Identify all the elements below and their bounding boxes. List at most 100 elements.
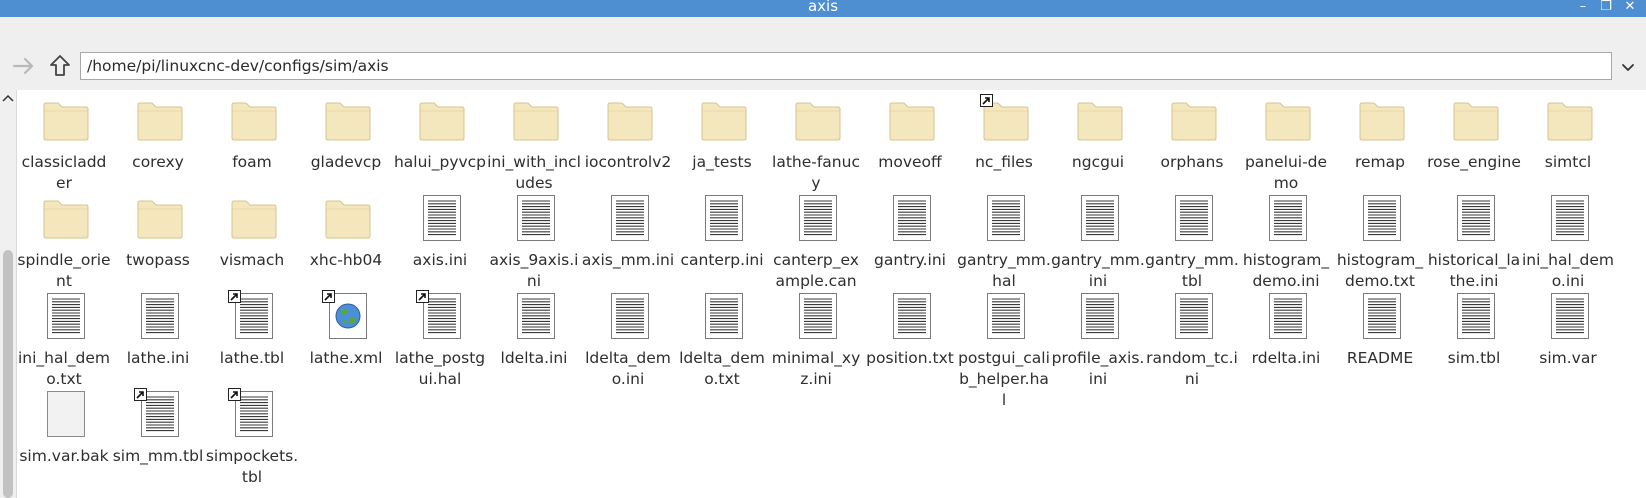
file-item[interactable]: rdelta.ini — [1239, 292, 1333, 384]
folder-item[interactable]: halui_pyvcp — [393, 96, 487, 188]
file-name-label: moveoff — [878, 153, 942, 171]
folder-item[interactable]: ja_tests — [675, 96, 769, 188]
folder-icon — [1358, 96, 1406, 144]
file-name-label: lathe.tbl — [219, 349, 285, 367]
forward-arrow-icon — [12, 57, 34, 75]
folder-icon — [1452, 96, 1500, 144]
file-name-label: gantry_mm.ini — [1051, 251, 1145, 290]
file-name-label: axis.ini — [412, 251, 468, 269]
file-item[interactable]: ldelta_demo.txt — [675, 292, 769, 388]
file-name-label: rdelta.ini — [1251, 349, 1321, 367]
file-item[interactable]: sim.tbl — [1427, 292, 1521, 384]
file-item[interactable]: historical_lathe.ini — [1427, 194, 1521, 290]
text-file-icon — [700, 292, 748, 340]
file-name-label: sim.tbl — [1447, 349, 1501, 367]
folder-item[interactable]: xhc-hb04 — [299, 194, 393, 286]
file-item[interactable]: ini_hal_demo.ini — [1521, 194, 1615, 290]
file-name-label: iocontrolv2 — [584, 153, 672, 171]
file-item[interactable]: gantry_mm.ini — [1051, 194, 1145, 290]
text-file-icon — [1452, 292, 1500, 340]
close-button[interactable]: ✕ — [1622, 0, 1638, 15]
file-item[interactable]: gantry_mm.tbl — [1145, 194, 1239, 290]
file-item[interactable]: canterp_example.can — [769, 194, 863, 290]
folder-item[interactable]: lathe-fanucy — [769, 96, 863, 192]
file-name-label: remap — [1354, 153, 1405, 171]
minimize-button[interactable]: – — [1575, 0, 1591, 15]
file-item[interactable]: profile_axis.ini — [1051, 292, 1145, 388]
file-item[interactable]: position.txt — [863, 292, 957, 384]
text-file-icon — [1264, 194, 1312, 242]
folder-item[interactable]: spindle_orient — [17, 194, 111, 290]
folder-item[interactable]: panelui-demo — [1239, 96, 1333, 192]
file-item[interactable]: lathe.xml — [299, 290, 393, 384]
folder-item[interactable]: twopass — [111, 194, 205, 286]
scroll-thumb[interactable] — [3, 250, 13, 498]
text-file-icon — [228, 388, 278, 438]
file-name-label: ini_hal_demo.ini — [1521, 251, 1615, 290]
folder-item[interactable]: remap — [1333, 96, 1427, 188]
folder-item[interactable]: rose_engine — [1427, 96, 1521, 188]
folder-item[interactable]: ngcgui — [1051, 96, 1145, 188]
file-item[interactable]: simpockets.tbl — [205, 388, 299, 486]
file-item[interactable]: ldelta.ini — [487, 292, 581, 384]
folder-item[interactable]: moveoff — [863, 96, 957, 188]
folder-item[interactable]: iocontrolv2 — [581, 96, 675, 188]
folder-icon — [42, 96, 90, 144]
file-name-label: canterp_example.can — [773, 251, 859, 290]
file-item[interactable]: lathe_postgui.hal — [393, 290, 487, 388]
file-item[interactable]: sim.var — [1521, 292, 1615, 384]
file-item[interactable]: ini_hal_demo.txt — [17, 292, 111, 388]
file-item[interactable]: canterp.ini — [675, 194, 769, 286]
text-file-icon — [888, 194, 936, 242]
file-name-label: ini_hal_demo.txt — [17, 349, 111, 388]
symlink-badge-icon — [228, 290, 241, 303]
up-folder-button[interactable] — [46, 52, 74, 80]
maximize-button[interactable]: ❐ — [1598, 0, 1614, 15]
file-item[interactable]: random_tc.ini — [1145, 292, 1239, 388]
folder-item[interactable]: gladevcp — [299, 96, 393, 188]
file-item[interactable]: histogram_demo.txt — [1333, 194, 1427, 290]
text-file-icon — [512, 292, 560, 340]
blank-file-icon — [42, 390, 90, 438]
scroll-up-button[interactable] — [0, 90, 16, 106]
file-name-label: lathe-fanucy — [772, 153, 860, 192]
folder-item[interactable]: simtcl — [1521, 96, 1615, 188]
file-item[interactable]: axis_mm.ini — [581, 194, 675, 286]
file-item[interactable]: postgui_calib_helper.hal — [957, 292, 1051, 409]
file-item[interactable]: sim_mm.tbl — [111, 388, 205, 482]
folder-item[interactable]: nc_files — [957, 94, 1051, 188]
path-history-dropdown[interactable] — [1618, 57, 1638, 77]
up-arrow-icon — [50, 55, 70, 76]
file-name-label: corexy — [132, 153, 184, 171]
text-file-icon — [418, 194, 466, 242]
file-item[interactable]: minimal_xyz.ini — [769, 292, 863, 388]
file-item[interactable]: axis_9axis.ini — [487, 194, 581, 290]
text-file-icon — [1170, 292, 1218, 340]
folder-item[interactable]: classicladder — [17, 96, 111, 192]
file-name-label: spindle_orient — [17, 251, 111, 290]
file-item[interactable]: README — [1333, 292, 1427, 384]
file-item[interactable]: axis.ini — [393, 194, 487, 286]
file-name-label: sim.var.bak — [19, 447, 109, 465]
folder-icon — [888, 96, 936, 144]
file-name-label: minimal_xyz.ini — [771, 349, 861, 388]
file-name-label: ngcgui — [1071, 153, 1125, 171]
folder-icon — [1170, 96, 1218, 144]
file-item[interactable]: lathe.ini — [111, 292, 205, 384]
file-item[interactable]: gantry.ini — [863, 194, 957, 286]
file-name-label: twopass — [126, 251, 190, 269]
forward-button[interactable] — [10, 52, 38, 80]
vertical-scrollbar[interactable] — [0, 90, 17, 498]
file-item[interactable]: histogram_demo.ini — [1239, 194, 1333, 290]
file-name-label: classicladder — [21, 153, 107, 192]
file-item[interactable]: ldelta_demo.ini — [581, 292, 675, 388]
file-item[interactable]: lathe.tbl — [205, 290, 299, 384]
file-item[interactable]: gantry_mm.hal — [957, 194, 1051, 290]
folder-item[interactable]: vismach — [205, 194, 299, 286]
folder-item[interactable]: foam — [205, 96, 299, 188]
folder-item[interactable]: corexy — [111, 96, 205, 188]
folder-item[interactable]: ini_with_includes — [487, 96, 581, 192]
file-item[interactable]: sim.var.bak — [17, 390, 111, 482]
path-input[interactable] — [80, 52, 1612, 80]
folder-item[interactable]: orphans — [1145, 96, 1239, 188]
